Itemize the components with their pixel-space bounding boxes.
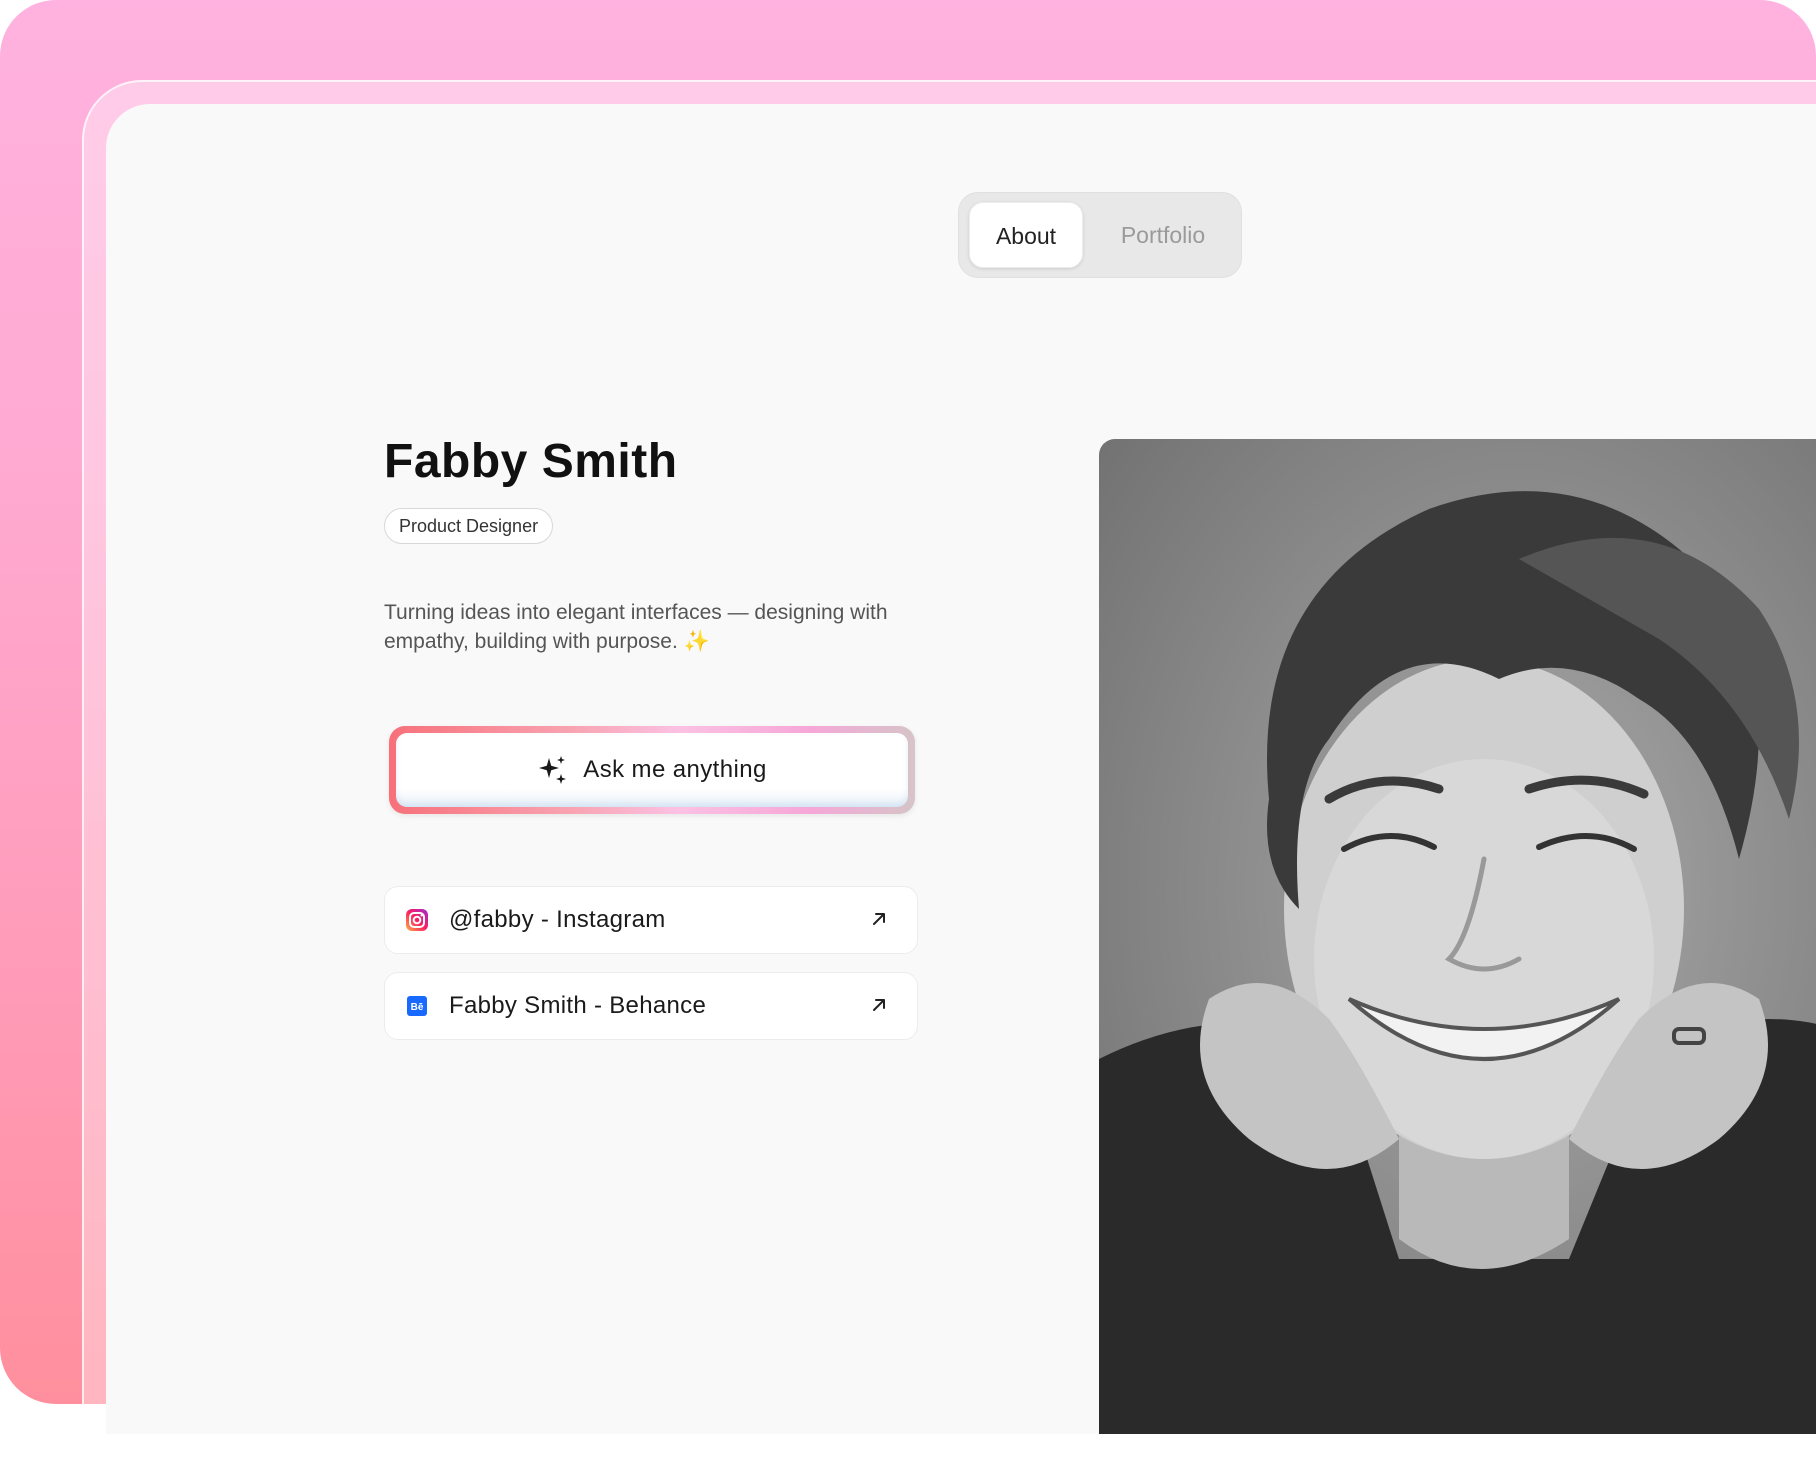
external-arrow-icon [873, 913, 885, 925]
portrait-illustration [1099, 491, 1816, 1434]
profile-bio: Turning ideas into elegant interfaces — … [384, 598, 944, 656]
behance-icon: Bē [407, 996, 427, 1016]
tab-about[interactable]: About [969, 202, 1083, 268]
sparkles-emoji: ✨ [683, 630, 710, 653]
external-arrow-icon [873, 999, 885, 1011]
instagram-icon [406, 909, 428, 931]
app-screen: About Portfolio Fabby Smith Product Desi… [106, 104, 1816, 1434]
ask-button-label: Ask me anything [583, 756, 767, 783]
ask-button-inner: Ask me anything [396, 733, 908, 807]
instagram-link[interactable]: @fabby - Instagram [384, 886, 918, 954]
bio-text: Turning ideas into elegant interfaces — … [384, 601, 888, 653]
svg-text:Bē: Bē [411, 1002, 424, 1013]
role-badge: Product Designer [384, 508, 554, 544]
instagram-link-label: @fabby - Instagram [449, 906, 666, 933]
ask-me-anything-button[interactable]: Ask me anything [389, 726, 915, 814]
sparkles-icon [539, 756, 567, 784]
behance-link-label: Fabby Smith - Behance [449, 992, 707, 1019]
behance-link[interactable]: Bē Fabby Smith - Behance [384, 972, 918, 1040]
portrait-photo [1099, 439, 1816, 1434]
tab-bar: About Portfolio [958, 192, 1242, 278]
tab-portfolio[interactable]: Portfolio [1095, 202, 1231, 268]
profile-name: Fabby Smith [384, 435, 678, 488]
